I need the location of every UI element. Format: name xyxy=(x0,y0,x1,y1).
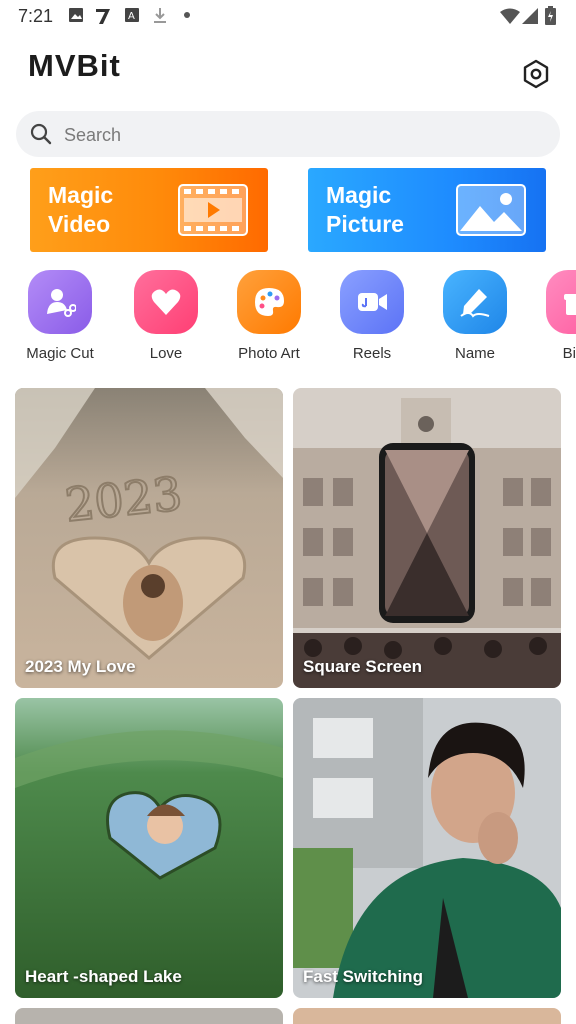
search-input[interactable] xyxy=(62,111,546,159)
category-label: Photo Art xyxy=(238,345,300,362)
template-title: Square Screen xyxy=(303,657,423,676)
category-love[interactable]: Love xyxy=(116,270,216,362)
category-circle xyxy=(134,270,198,334)
category-photo-art[interactable]: Photo Art xyxy=(219,270,319,362)
magic-video-banner[interactable]: Magic Video xyxy=(30,168,268,252)
template-thumbnail-sand-heart: 2023 xyxy=(15,388,283,688)
font-notification-icon: A xyxy=(125,8,139,22)
video-camera-icon xyxy=(358,293,387,311)
heart-icon xyxy=(151,289,181,315)
battery-icon xyxy=(545,6,556,25)
template-title: Fast Switching xyxy=(303,967,423,986)
magic-cut-icon xyxy=(47,289,76,317)
category-label: Magic Cut xyxy=(26,345,94,362)
dot-icon xyxy=(184,12,190,18)
settings-icon[interactable] xyxy=(520,58,552,90)
search-icon xyxy=(30,123,52,145)
template-thumbnail-fast-switching xyxy=(293,698,561,998)
template-card[interactable]: Square Screen xyxy=(293,388,561,688)
template-card[interactable]: Heart -shaped Lake xyxy=(15,698,283,998)
category-circle xyxy=(443,270,507,334)
category-circle xyxy=(28,270,92,334)
pen-icon xyxy=(460,289,490,318)
status-bar: 7:21 A xyxy=(0,0,576,32)
picture-icon xyxy=(456,184,526,236)
template-title: Heart -shaped Lake xyxy=(25,967,182,986)
banner-title-line1: Magic xyxy=(48,182,114,208)
palette-icon xyxy=(255,288,284,316)
svg-text:A: A xyxy=(128,11,135,22)
banner-title-line1: Magic xyxy=(326,182,392,208)
template-card-partial[interactable] xyxy=(15,1008,283,1024)
template-thumbnail-heart-lake xyxy=(15,698,283,998)
category-label: Name xyxy=(454,345,495,362)
template-thumbnail-square-screen xyxy=(293,388,561,688)
signal-icon xyxy=(522,8,538,24)
status-time: 7:21 xyxy=(18,6,54,26)
search-bar[interactable] xyxy=(16,111,560,159)
download-icon xyxy=(154,8,166,23)
gift-icon xyxy=(564,294,576,315)
category-label: Reels xyxy=(352,345,392,362)
category-circle xyxy=(546,270,576,334)
template-title: 2023 My Love xyxy=(25,657,136,676)
category-label: Birth xyxy=(562,345,576,362)
banner-title-line2: Picture xyxy=(326,211,404,237)
category-circle xyxy=(237,270,301,334)
category-label: Love xyxy=(149,345,183,362)
banner-title-line2: Video xyxy=(48,211,111,237)
app-logo: MVBit xyxy=(28,48,121,83)
category-reels[interactable]: Reels xyxy=(322,270,422,362)
template-card[interactable]: Fast Switching xyxy=(293,698,561,998)
category-name[interactable]: Name xyxy=(425,270,525,362)
image-notification-icon xyxy=(69,8,83,22)
category-circle xyxy=(340,270,404,334)
category-magic-cut[interactable]: Magic Cut xyxy=(10,270,110,362)
category-birth[interactable]: Birth xyxy=(528,270,576,362)
magic-picture-banner[interactable]: Magic Picture xyxy=(308,168,546,252)
category-row: Magic Cut Love Photo Art Reels Name Bi xyxy=(0,270,576,370)
template-card-partial[interactable] xyxy=(293,1008,561,1024)
film-strip-icon xyxy=(178,184,248,236)
template-card[interactable]: 2023 2023 My Love xyxy=(15,388,283,688)
app-notification-icon xyxy=(96,9,110,24)
wifi-icon xyxy=(500,8,520,24)
